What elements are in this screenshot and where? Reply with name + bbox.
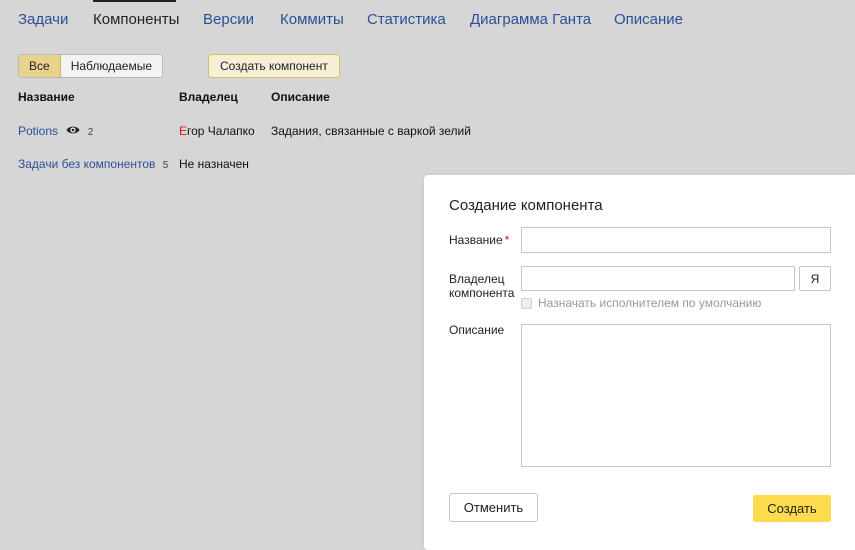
tab-statistics[interactable]: Статистика: [367, 11, 446, 28]
tab-components[interactable]: Компоненты: [93, 11, 179, 28]
unassigned-tasks-link[interactable]: Задачи без компонентов: [18, 157, 155, 171]
eye-icon[interactable]: [66, 124, 80, 138]
create-component-button[interactable]: Создать компонент: [208, 54, 340, 78]
owner-field-label: Владелец компонента: [449, 272, 514, 300]
watchers-count: 2: [87, 127, 94, 138]
create-component-dialog: Создание компонента Название * Владелец к…: [424, 175, 855, 550]
tab-gantt[interactable]: Диаграмма Ганта: [470, 11, 591, 28]
name-input[interactable]: [521, 227, 831, 253]
tab-commits[interactable]: Коммиты: [280, 11, 344, 28]
description-textarea[interactable]: [521, 324, 831, 467]
owner-cell: Егор Чалапко: [179, 124, 255, 138]
owner-label-line1: Владелец: [449, 272, 505, 286]
description-field-label: Описание: [449, 323, 505, 337]
assign-me-button[interactable]: Я: [799, 266, 831, 291]
owner-name[interactable]: гор Чалапко: [187, 124, 255, 138]
owner-cell: Не назначен: [179, 157, 249, 171]
default-assignee-option[interactable]: Назначать исполнителем по умолчанию: [521, 296, 761, 310]
tab-tasks[interactable]: Задачи: [18, 11, 68, 28]
default-assignee-label: Назначать исполнителем по умолчанию: [538, 296, 762, 310]
column-header-name: Название: [18, 90, 75, 104]
required-mark: *: [504, 233, 510, 247]
cancel-button[interactable]: Отменить: [449, 493, 538, 522]
owner-label-line2: компонента: [449, 286, 515, 300]
column-header-description: Описание: [271, 90, 330, 104]
filter-segmented-control: Все Наблюдаемые: [18, 54, 163, 78]
column-header-owner: Владелец: [179, 90, 238, 104]
create-button[interactable]: Создать: [753, 495, 831, 522]
name-field-label: Название *: [449, 233, 509, 247]
table-row: Potions 2: [18, 124, 93, 138]
active-tab-indicator: [93, 0, 176, 2]
name-label-text: Название: [449, 233, 503, 247]
table-row: Задачи без компонентов 5: [18, 157, 168, 171]
component-link-potions[interactable]: Potions: [18, 124, 58, 138]
tab-description[interactable]: Описание: [614, 11, 683, 28]
tab-versions[interactable]: Версии: [203, 11, 254, 28]
owner-initial: Е: [179, 124, 188, 138]
dialog-title: Создание компонента: [449, 197, 603, 214]
tasks-count: 5: [162, 160, 169, 171]
default-assignee-checkbox[interactable]: [521, 297, 532, 309]
filter-all-button[interactable]: Все: [19, 55, 61, 77]
owner-input[interactable]: [521, 266, 795, 291]
description-cell: Задания, связанные с варкой зелий: [271, 124, 471, 138]
tab-bar: Задачи Компоненты Версии Коммиты Статист…: [0, 0, 855, 36]
filter-watched-button[interactable]: Наблюдаемые: [61, 55, 162, 77]
